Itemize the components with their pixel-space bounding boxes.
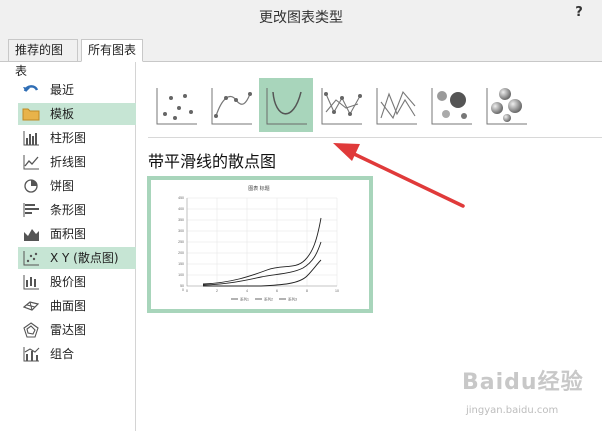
divider	[148, 137, 602, 138]
stock-chart-icon	[23, 275, 39, 290]
x-tick-label: 10	[335, 289, 339, 293]
legend-label: 系列3	[288, 297, 297, 302]
sidebar-item-xy-scatter[interactable]: X Y (散点图)	[18, 247, 136, 269]
x-tick-label: 4	[246, 289, 248, 293]
tab-recommended-charts[interactable]: 推荐的图表	[8, 39, 78, 78]
y-tick-label: 400	[178, 207, 184, 211]
legend-label: 系列1	[240, 297, 249, 302]
bubble-3d-icon	[486, 88, 527, 125]
subtype-title: 带平滑线的散点图	[148, 152, 277, 171]
subtype-scatter-straight-markers[interactable]	[314, 78, 368, 132]
y-tick-label: 350	[178, 218, 184, 222]
title-bar: 更改图表类型 ?	[0, 0, 602, 32]
column-chart-icon	[23, 131, 39, 146]
sidebar-item-bar[interactable]: 条形图	[18, 199, 136, 221]
sidebar-item-label: 面积图	[50, 227, 87, 241]
sidebar-item-label: 饼图	[50, 179, 75, 193]
folder-icon	[22, 108, 40, 121]
sidebar-item-label: 最近	[50, 83, 75, 97]
sidebar-item-surface[interactable]: 曲面图	[18, 295, 136, 317]
y-tick-label: 100	[178, 273, 184, 277]
sidebar-item-label: 柱形图	[50, 131, 87, 145]
sidebar-item-label: 组合	[50, 347, 75, 361]
pie-chart-icon	[24, 179, 38, 193]
y-tick-label: 300	[178, 229, 184, 233]
scatter-smooth-markers-icon	[211, 88, 252, 125]
y-tick-label: 200	[178, 251, 184, 255]
scatter-straight-lines-icon	[376, 88, 417, 125]
watermark-logo: Baidu经验	[462, 370, 584, 395]
surface-chart-icon	[22, 301, 40, 311]
sidebar-item-pie[interactable]: 饼图	[18, 175, 136, 197]
x-tick-label: 0	[186, 289, 188, 293]
window-title: 更改图表类型	[259, 10, 343, 26]
subtype-bubble-3d[interactable]	[479, 78, 533, 132]
x-tick-label: 2	[216, 289, 218, 293]
bubble-icon	[431, 88, 472, 125]
x-tick-label: 6	[276, 289, 278, 293]
chart-type-list: 最近 模板 柱形图 折线图 饼图 条形图 面积图 X Y (散点图) 股价图 曲…	[8, 62, 136, 431]
sidebar-item-line[interactable]: 折线图	[18, 151, 136, 173]
sidebar-item-label: 模板	[50, 107, 75, 121]
tab-all-charts[interactable]: 所有图表	[81, 39, 143, 62]
sidebar-item-label: 折线图	[50, 155, 87, 169]
area-chart-icon	[24, 229, 39, 241]
line-chart-icon	[23, 155, 39, 170]
sidebar-item-label: X Y (散点图)	[50, 251, 119, 265]
preview-chart: 图表 标题 450 400 350 300 250 200 150 100 50…	[173, 180, 345, 309]
subtype-scatter[interactable]	[149, 78, 203, 132]
scatter-smooth-lines-icon	[266, 88, 307, 125]
y-tick-label: 450	[178, 196, 184, 200]
combo-chart-icon	[23, 347, 40, 362]
subtype-scatter-smooth-markers[interactable]	[204, 78, 258, 132]
legend-label: 系列2	[264, 297, 273, 302]
subtype-scatter-straight-lines[interactable]	[369, 78, 423, 132]
x-tick-label: 8	[306, 289, 308, 293]
y-tick-label: 150	[178, 262, 184, 266]
subtype-bubble[interactable]	[424, 78, 478, 132]
sidebar-item-combo[interactable]: 组合	[18, 343, 136, 365]
sidebar-item-label: 条形图	[50, 203, 87, 217]
radar-chart-icon	[23, 322, 39, 338]
undo-arrow-icon	[23, 85, 39, 92]
sidebar-item-area[interactable]: 面积图	[18, 223, 136, 245]
y-tick-label: 250	[178, 240, 184, 244]
tab-strip: 推荐的图表 所有图表	[0, 32, 602, 78]
sidebar-item-templates[interactable]: 模板	[18, 103, 136, 125]
scatter-markers-icon	[156, 88, 197, 125]
scatter-chart-icon	[23, 251, 39, 266]
sidebar-item-label: 雷达图	[50, 323, 87, 337]
watermark-url: jingyan.baidu.com	[466, 405, 559, 416]
chart-preview[interactable]: 图表 标题 450 400 350 300 250 200 150 100 50…	[147, 176, 373, 313]
scatter-straight-markers-icon	[321, 88, 362, 125]
sidebar-item-recent[interactable]: 最近	[18, 79, 136, 101]
preview-title: 图表 标题	[248, 185, 269, 192]
sidebar-item-column[interactable]: 柱形图	[18, 127, 136, 149]
sidebar-item-radar[interactable]: 雷达图	[18, 319, 136, 341]
subtype-scatter-smooth-lines[interactable]	[259, 78, 313, 132]
y-tick-label: 0	[182, 288, 184, 292]
sidebar-item-stock[interactable]: 股价图	[18, 271, 136, 293]
bar-chart-icon	[23, 203, 39, 217]
sidebar-item-label: 曲面图	[50, 299, 87, 313]
sidebar-item-label: 股价图	[50, 275, 87, 289]
help-button[interactable]: ?	[572, 5, 586, 20]
